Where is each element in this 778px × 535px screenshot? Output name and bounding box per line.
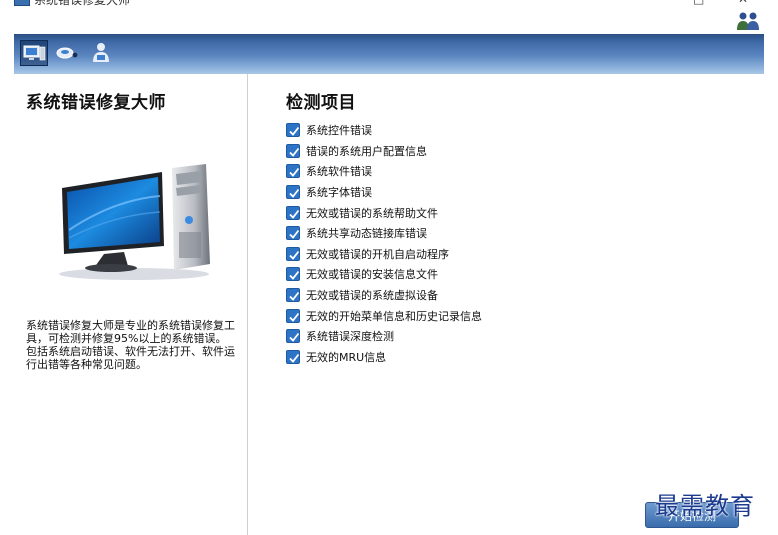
checkmark-icon bbox=[289, 250, 300, 260]
check-item[interactable]: 系统控件错误 bbox=[286, 120, 482, 141]
check-item-label: 系统错误深度检测 bbox=[306, 330, 394, 344]
checkbox[interactable] bbox=[286, 226, 300, 241]
left-panel-title: 系统错误修复大师 bbox=[26, 93, 166, 113]
checkbox[interactable] bbox=[286, 288, 300, 303]
watermark-text: 最需教育 bbox=[655, 492, 755, 520]
checkbox[interactable] bbox=[286, 123, 300, 138]
checkmark-icon bbox=[289, 230, 300, 240]
app-window: 系统错误修复大师 □ ✕ bbox=[0, 0, 778, 535]
checkbox[interactable] bbox=[286, 205, 300, 220]
checkbox[interactable] bbox=[286, 185, 300, 200]
checkmark-icon bbox=[289, 271, 300, 281]
check-item-label: 系统字体错误 bbox=[306, 186, 372, 200]
right-panel: 检测项目 系统控件错误 错误的系统用户配置信息 系统软件错误 系统字体错误 无效… bbox=[249, 74, 764, 535]
checkmark-icon bbox=[289, 312, 300, 322]
checkmark-icon bbox=[289, 209, 300, 219]
check-item[interactable]: 系统共享动态链接库错误 bbox=[286, 223, 482, 244]
check-item-label: 无效或错误的系统虚拟设备 bbox=[306, 289, 438, 303]
check-item[interactable]: 无效或错误的系统帮助文件 bbox=[286, 202, 482, 223]
minimize-button[interactable]: □ bbox=[693, 0, 704, 6]
checkbox[interactable] bbox=[286, 349, 300, 364]
checkbox[interactable] bbox=[286, 329, 300, 344]
computer-tab-button[interactable] bbox=[20, 40, 48, 66]
check-item-label: 系统共享动态链接库错误 bbox=[306, 227, 427, 241]
checkbox[interactable] bbox=[286, 246, 300, 261]
person-tab-button[interactable] bbox=[88, 40, 116, 66]
check-item[interactable]: 无效的MRU信息 bbox=[286, 347, 482, 368]
check-item[interactable]: 无效或错误的安装信息文件 bbox=[286, 264, 482, 285]
checkbox[interactable] bbox=[286, 267, 300, 282]
check-item[interactable]: 系统错误深度检测 bbox=[286, 326, 482, 347]
description-line-1: 系统错误修复大师是专业的系统错误修复工具，可检测并修复95%以上的系统错误。 bbox=[26, 319, 235, 345]
check-item-label: 系统软件错误 bbox=[306, 165, 372, 179]
checkmark-icon bbox=[289, 333, 300, 343]
check-item-label: 无效或错误的系统帮助文件 bbox=[306, 206, 438, 220]
checkmark-icon bbox=[289, 189, 300, 198]
window-title: 系统错误修复大师 bbox=[34, 0, 131, 7]
users-icon[interactable] bbox=[736, 11, 760, 31]
product-description: 系统错误修复大师是专业的系统错误修复工具，可检测并修复95%以上的系统错误。 包… bbox=[26, 319, 241, 371]
checkbox[interactable] bbox=[286, 143, 300, 158]
checkbox[interactable] bbox=[286, 164, 300, 179]
check-item[interactable]: 系统软件错误 bbox=[286, 161, 482, 182]
description-line-2: 包括系统启动错误、软件无法打开、软件运行出错等各种常见问题。 bbox=[26, 345, 235, 371]
left-panel: 系统错误修复大师 系统错误修复大师是专业的系统错误修复工具，可检测并修复95%以… bbox=[14, 74, 248, 535]
person-icon bbox=[93, 43, 109, 62]
check-item[interactable]: 错误的系统用户配置信息 bbox=[286, 141, 482, 162]
check-item-label: 错误的系统用户配置信息 bbox=[306, 144, 427, 158]
check-item[interactable]: 系统字体错误 bbox=[286, 182, 482, 203]
mouse-tab-button[interactable] bbox=[54, 40, 82, 66]
check-item-label: 无效或错误的开机自启动程序 bbox=[306, 247, 449, 261]
check-item[interactable]: 无效或错误的开机自启动程序 bbox=[286, 244, 482, 265]
title-bar: 系统错误修复大师 □ ✕ bbox=[0, 0, 778, 34]
close-button[interactable]: ✕ bbox=[738, 0, 748, 6]
checkmark-icon bbox=[289, 127, 300, 137]
check-item[interactable]: 无效的开始菜单信息和历史记录信息 bbox=[286, 305, 482, 326]
check-item-label: 无效的MRU信息 bbox=[306, 350, 387, 364]
checkmark-icon bbox=[289, 353, 300, 363]
check-items-list: 系统控件错误 错误的系统用户配置信息 系统软件错误 系统字体错误 无效或错误的系… bbox=[286, 120, 482, 367]
checkbox[interactable] bbox=[286, 308, 300, 323]
checkmark-icon bbox=[289, 168, 300, 178]
computer-illustration bbox=[59, 164, 210, 280]
mouse-icon bbox=[56, 47, 78, 59]
check-item[interactable]: 无效或错误的系统虚拟设备 bbox=[286, 285, 482, 306]
computer-icon bbox=[23, 45, 46, 61]
checkmark-icon bbox=[289, 147, 300, 157]
app-icon bbox=[14, 0, 30, 6]
check-item-label: 系统控件错误 bbox=[306, 124, 372, 138]
check-items-title: 检测项目 bbox=[286, 93, 356, 113]
checkmark-icon bbox=[289, 291, 300, 301]
check-item-label: 无效的开始菜单信息和历史记录信息 bbox=[306, 309, 482, 323]
check-item-label: 无效或错误的安装信息文件 bbox=[306, 268, 438, 282]
toolbar bbox=[14, 34, 764, 74]
